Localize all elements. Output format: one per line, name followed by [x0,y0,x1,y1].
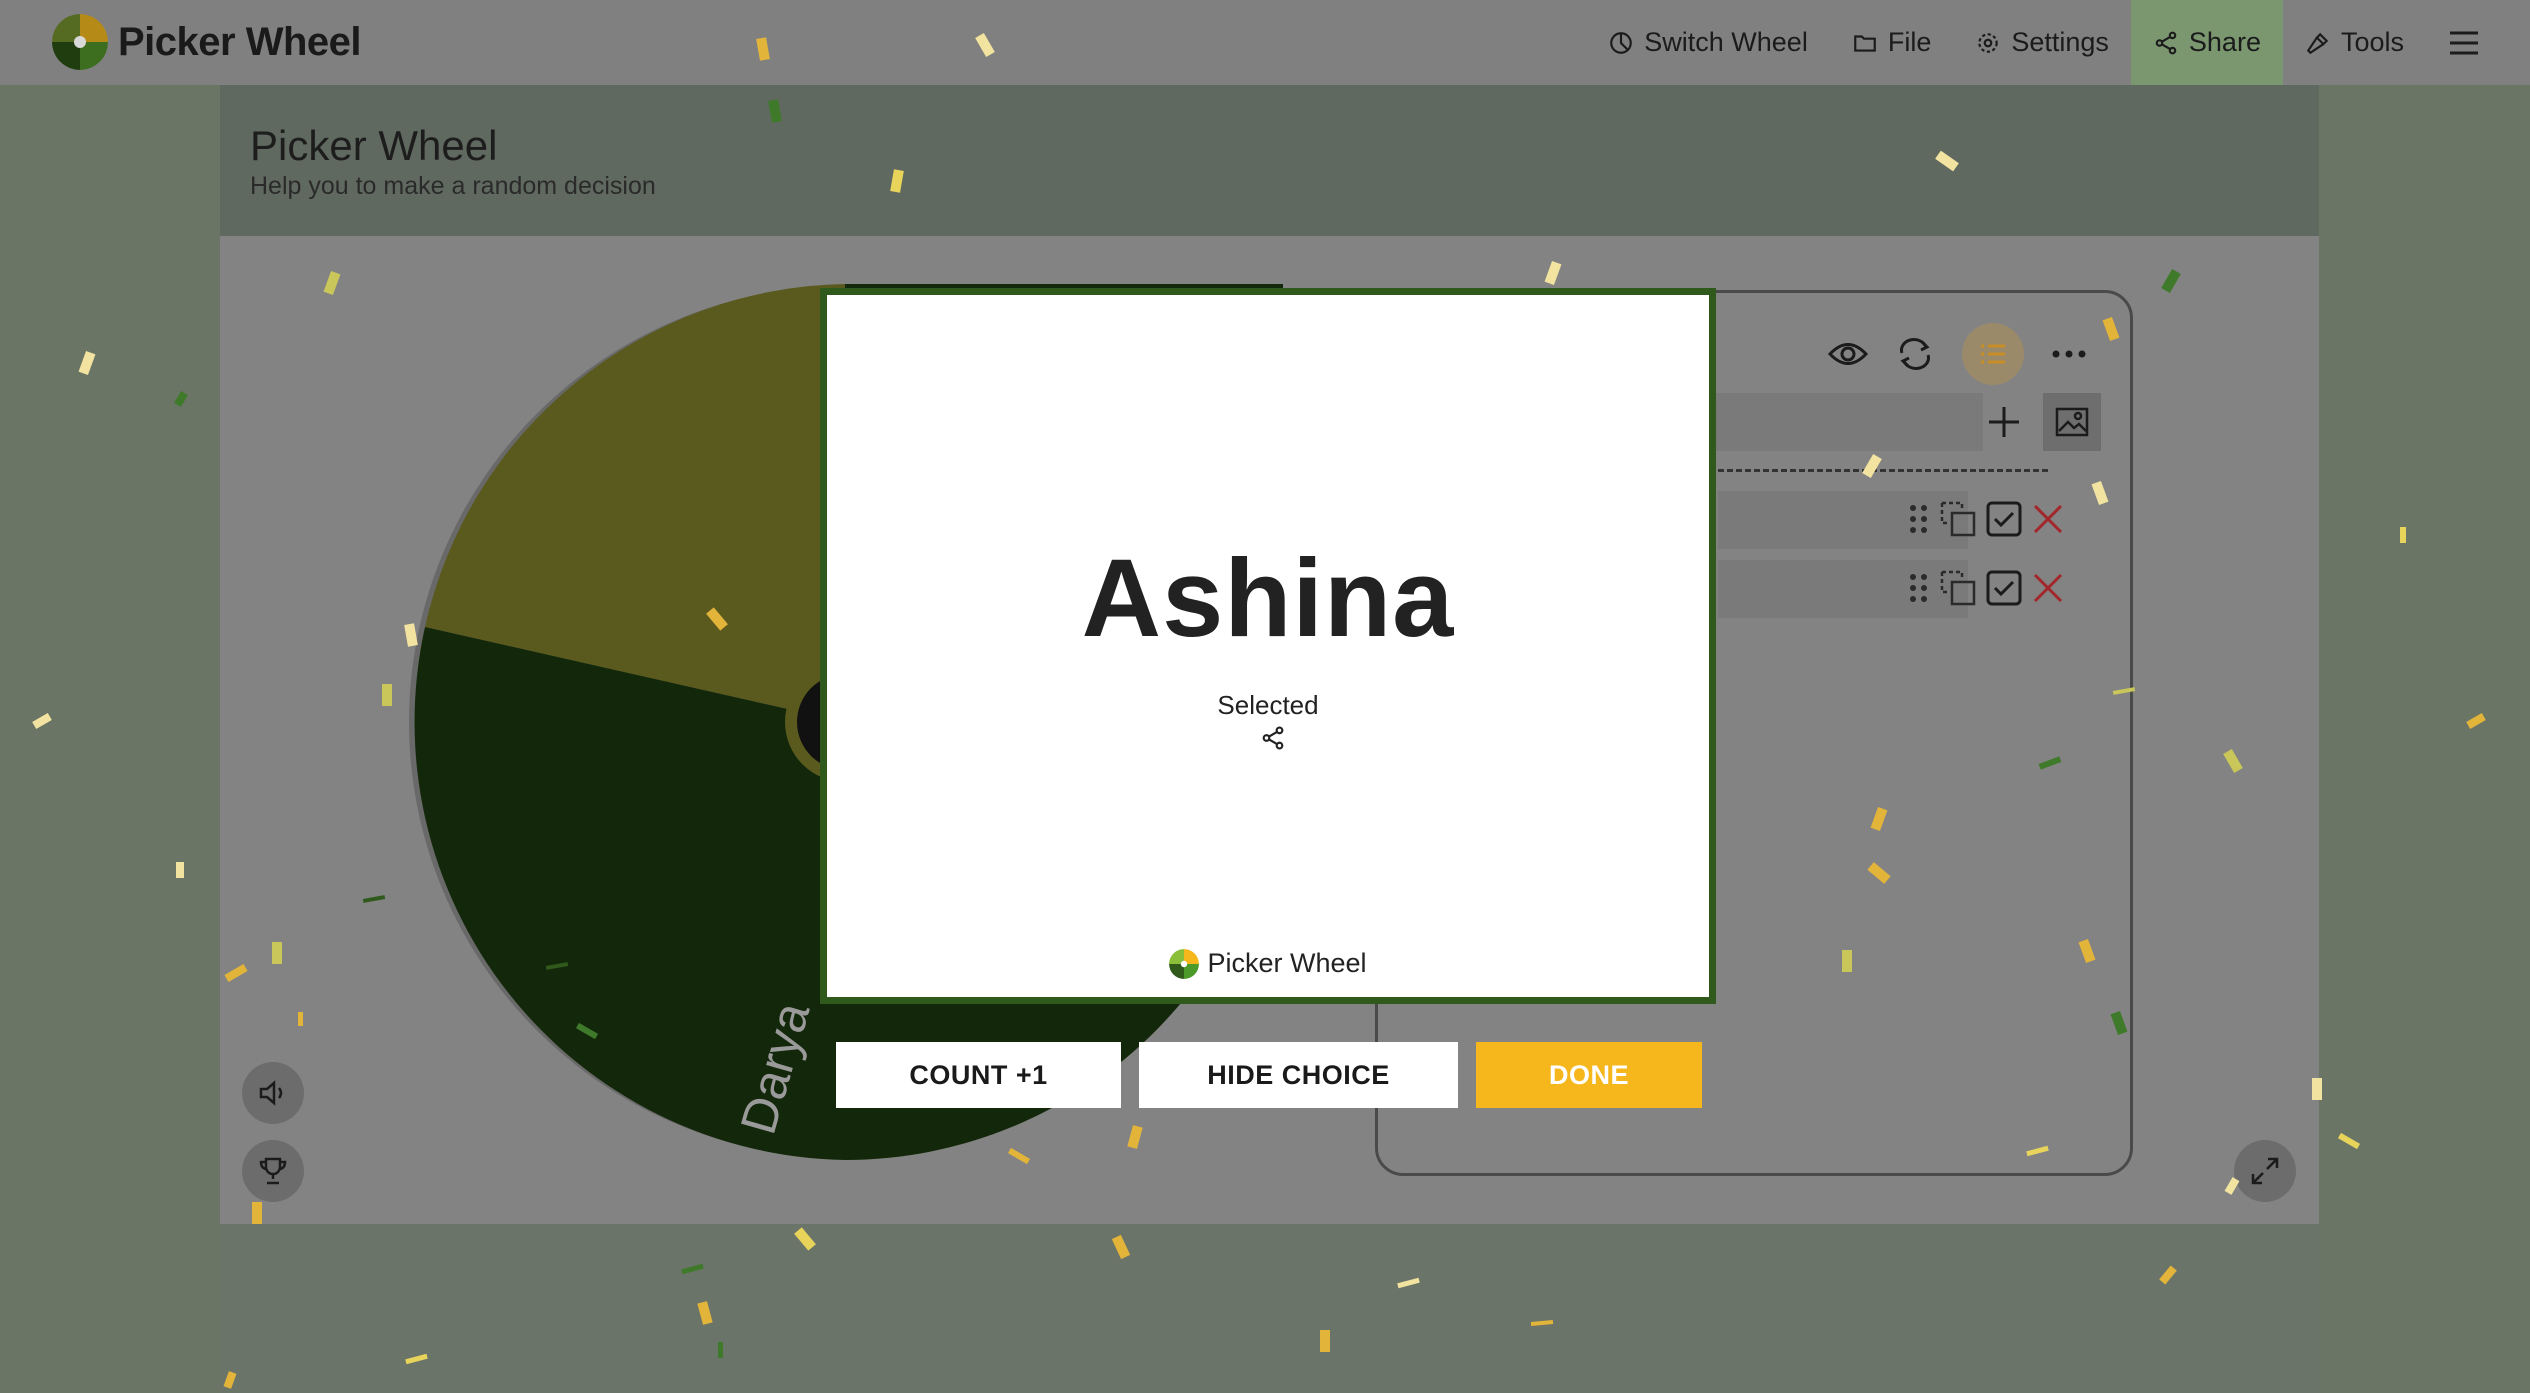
nav-share[interactable]: Share [2130,0,2283,85]
drag-handle-icon[interactable] [1908,503,1930,535]
selected-label: Selected [1217,690,1319,720]
delete-icon[interactable] [2032,572,2064,604]
nav-file-label: File [1887,27,1932,57]
confetti-piece [1320,1330,1330,1352]
sound-toggle-button[interactable] [242,1062,304,1124]
leaderboard-button[interactable] [242,1140,304,1202]
duplicate-icon[interactable] [1940,570,1976,606]
hide-choice-button[interactable]: HIDE CHOICE [1139,1042,1458,1108]
result-modal: Ashina Selected Picker Wheel [820,288,1716,1004]
nav-file[interactable]: File [1830,0,1954,85]
nav-tools[interactable]: Tools [2283,0,2426,85]
folder-icon [1853,34,1876,52]
hamburger-icon [2450,31,2478,54]
duplicate-icon[interactable] [1940,501,1976,537]
confetti-piece [382,684,392,706]
entries-divider [1718,469,2048,472]
delete-icon[interactable] [2032,503,2064,535]
drag-handle-icon[interactable] [1908,572,1930,604]
nav-tools-label: Tools [2340,27,2404,57]
nav-settings-label: Settings [2011,27,2109,57]
brand-logo[interactable]: Picker Wheel [52,14,362,70]
page-background [0,85,220,1393]
nav-switch-wheel[interactable]: Switch Wheel [1586,0,1830,85]
share-icon [2155,31,2177,54]
confetti-piece [2312,1078,2322,1100]
count-plus-one-button[interactable]: COUNT +1 [836,1042,1121,1108]
confetti-piece [718,1342,723,1358]
entry-input[interactable] [1673,393,1983,451]
image-icon [2055,407,2089,437]
confetti-piece [298,1012,303,1026]
eye-icon[interactable] [1828,339,1868,369]
confetti-piece [2466,713,2486,729]
modal-brand-name: Picker Wheel [1207,948,1367,978]
add-image-button[interactable] [2043,393,2101,451]
hammer-icon [2306,32,2329,54]
checkbox-checked-icon[interactable] [1986,570,2022,606]
nav-switch-wheel-label: Switch Wheel [1644,27,1808,57]
plus-icon [1989,407,2019,437]
confetti-piece [176,862,184,878]
entry-row-controls [1908,501,2064,537]
shuffle-icon[interactable] [1896,337,1934,371]
entry-row-controls [1908,570,2064,606]
top-navbar: Picker Wheel Switch Wheel File Settings … [0,0,2530,85]
checkbox-checked-icon[interactable] [1986,501,2022,537]
nav-settings[interactable]: Settings [1953,0,2131,85]
brand-name: Picker Wheel [118,19,362,64]
gear-icon [1978,32,1999,53]
picker-wheel-logo-icon [52,14,108,70]
speaker-icon [259,1080,283,1106]
nav-menu-button[interactable] [2426,0,2530,85]
list-view-toggle[interactable] [1962,323,2024,385]
selected-result-name: Ashina [1081,537,1455,660]
confetti-piece [252,1202,262,1224]
modal-brand: Picker Wheel [827,948,1709,979]
page-subtitle: Help you to make a random decision [250,172,656,200]
fullscreen-button[interactable] [2234,1140,2296,1202]
add-entry-button[interactable] [1974,393,2034,451]
picker-wheel-logo-icon [1169,948,1200,979]
expand-icon [2251,1157,2279,1185]
more-options-icon[interactable] [2052,349,2086,359]
share-result-icon[interactable] [1260,725,1286,751]
nav-share-label: Share [2188,27,2261,57]
confetti-piece [2400,527,2406,543]
page-bottom [220,1224,2319,1393]
pie-chart-icon [1610,31,1633,54]
trophy-icon [259,1157,287,1185]
confetti-piece [1842,950,1852,972]
done-button[interactable]: DONE [1476,1042,1702,1108]
page-title: Picker Wheel [250,122,498,169]
list-icon [1981,344,2005,364]
confetti-piece [2337,1132,2361,1150]
confetti-piece [272,942,282,964]
